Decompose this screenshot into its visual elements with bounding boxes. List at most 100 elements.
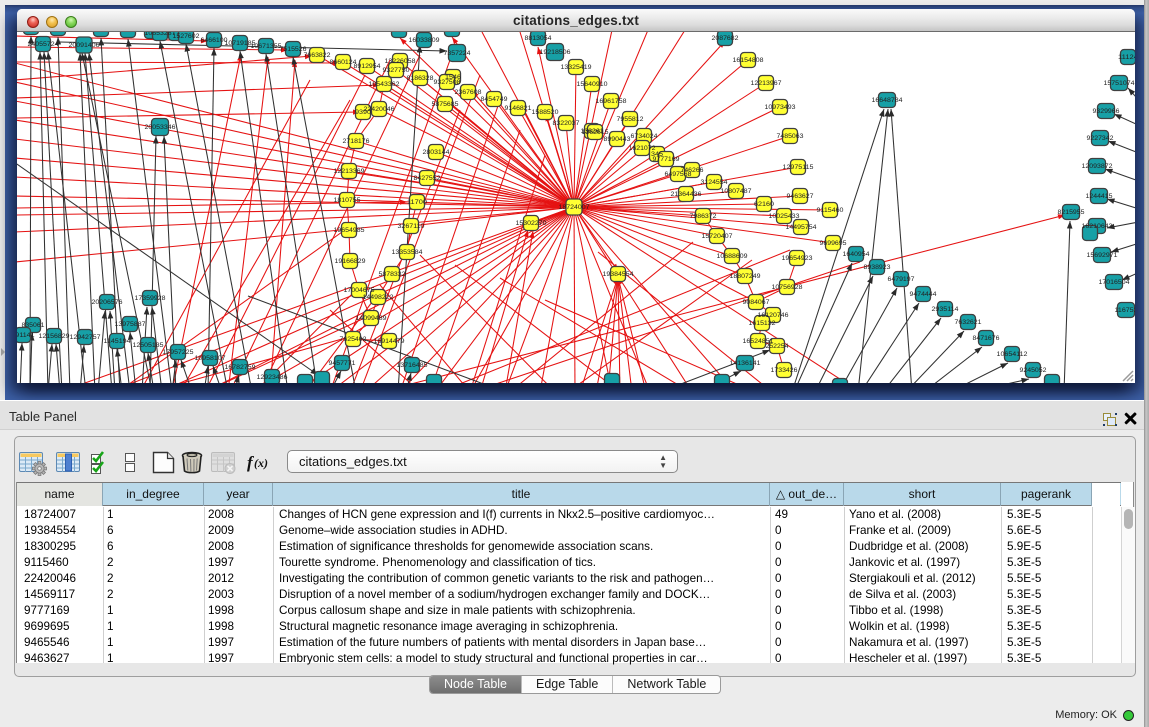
svg-text:9390: 9390 <box>355 109 371 116</box>
svg-text:10958107: 10958107 <box>195 355 226 362</box>
svg-text:2718176: 2718176 <box>343 138 370 145</box>
svg-text:17004675: 17004675 <box>344 287 375 294</box>
svg-text:8471676: 8471676 <box>973 335 1000 342</box>
svg-text:20206576: 20206576 <box>92 299 123 306</box>
svg-text:9115460: 9115460 <box>817 207 844 214</box>
svg-text:8938923: 8938923 <box>864 264 891 271</box>
svg-text:12975115: 12975115 <box>783 164 814 171</box>
svg-text:7625402: 7625402 <box>340 336 367 343</box>
svg-text:62160: 62160 <box>754 201 774 208</box>
svg-text:9084067: 9084067 <box>743 299 770 306</box>
svg-text:8813054: 8813054 <box>525 35 552 42</box>
svg-text:10807487: 10807487 <box>721 188 752 195</box>
svg-text:10756928: 10756928 <box>772 284 803 291</box>
svg-text:8912954: 8912954 <box>354 63 381 70</box>
svg-text:9463627: 9463627 <box>787 193 814 200</box>
svg-text:10653287: 10653287 <box>145 32 176 37</box>
svg-text:10025433: 10025433 <box>769 213 800 220</box>
svg-text:21364436: 21364436 <box>671 191 702 198</box>
svg-text:9245052: 9245052 <box>1020 367 1047 374</box>
svg-text:16648784: 16648784 <box>872 97 903 104</box>
svg-text:16210643: 16210643 <box>1082 223 1113 230</box>
svg-text:15302270: 15302270 <box>516 220 547 227</box>
svg-text:5878332: 5878332 <box>379 271 406 278</box>
svg-text:252254: 252254 <box>766 343 789 350</box>
svg-text:19218506: 19218506 <box>540 49 571 56</box>
svg-text:1640954: 1640954 <box>843 251 870 258</box>
svg-text:9457771: 9457771 <box>329 360 356 367</box>
svg-text:3267110: 3267110 <box>398 223 425 230</box>
svg-text:15640910: 15640910 <box>577 81 608 88</box>
svg-text:10688609: 10688609 <box>717 253 748 260</box>
svg-text:8215955: 8215955 <box>1058 209 1085 216</box>
svg-text:16120746: 16120746 <box>758 312 789 319</box>
svg-text:8454749: 8454749 <box>481 96 508 103</box>
svg-text:8322037: 8322037 <box>553 120 580 127</box>
svg-text:10671355: 10671355 <box>251 43 282 50</box>
svg-text:9227342: 9227342 <box>1087 135 1114 142</box>
svg-text:17016504: 17016504 <box>1099 279 1130 286</box>
svg-text:11700: 11700 <box>407 199 427 206</box>
svg-text:12093872: 12093872 <box>1082 163 1113 170</box>
svg-text:14136141: 14136141 <box>730 360 761 367</box>
svg-text:9474444: 9474444 <box>910 291 937 298</box>
svg-text:13325419: 13325419 <box>561 64 592 71</box>
svg-text:1810755: 1810755 <box>334 197 361 204</box>
svg-text:8990443: 8990443 <box>604 136 631 143</box>
svg-text:12213967: 12213967 <box>751 80 782 87</box>
svg-text:10654112: 10654112 <box>997 351 1028 358</box>
svg-text:11124: 11124 <box>1118 54 1135 61</box>
svg-text:7663822: 7663822 <box>304 52 331 59</box>
svg-text:9327508: 9327508 <box>434 79 461 86</box>
svg-text:116753: 116753 <box>1115 307 1136 314</box>
svg-text:15751074: 15751074 <box>1104 80 1135 87</box>
svg-text:12505135: 12505135 <box>133 342 164 349</box>
svg-text:7485063: 7485063 <box>777 133 804 140</box>
svg-text:12156829: 12156829 <box>39 333 70 340</box>
svg-text:16154808: 16154808 <box>733 57 764 64</box>
svg-text:15692971: 15692971 <box>1087 252 1118 259</box>
svg-text:3124554: 3124554 <box>701 179 728 186</box>
svg-text:12942757: 12942757 <box>70 334 101 341</box>
svg-text:16914479: 16914479 <box>374 338 405 345</box>
svg-text:12213369: 12213369 <box>334 168 365 175</box>
svg-text:9327750: 9327750 <box>383 67 410 74</box>
svg-text:9329966: 9329966 <box>1093 108 1120 115</box>
svg-text:1362615: 1362615 <box>582 129 609 136</box>
svg-text:18807249: 18807249 <box>730 273 761 280</box>
svg-text:13353584: 13353584 <box>392 249 423 256</box>
svg-text:20053346: 20053346 <box>145 124 176 131</box>
svg-text:15720407: 15720407 <box>702 233 733 240</box>
svg-text:14498222: 14498222 <box>363 294 394 301</box>
svg-text:19654985: 19654985 <box>334 227 365 234</box>
svg-text:1527602: 1527602 <box>173 33 200 40</box>
svg-text:19654923: 19654923 <box>782 255 813 262</box>
svg-text:391141: 391141 <box>17 332 35 339</box>
svg-text:16033809: 16033809 <box>409 37 440 44</box>
svg-text:746266: 746266 <box>681 167 704 174</box>
svg-text:5875685: 5875685 <box>432 101 459 108</box>
svg-text:17957225: 17957225 <box>163 349 194 356</box>
svg-text:24055724: 24055724 <box>28 41 59 48</box>
svg-text:1733426: 1733426 <box>771 367 798 374</box>
svg-text:19166829: 19166829 <box>335 258 366 265</box>
svg-text:19384554: 19384554 <box>603 271 634 278</box>
svg-text:10543362: 10543362 <box>369 81 400 88</box>
svg-text:2367608: 2367608 <box>455 89 482 96</box>
svg-text:13716485: 13716485 <box>397 362 428 369</box>
svg-text:8186328: 8186328 <box>407 75 434 82</box>
svg-text:14495754: 14495754 <box>786 224 817 231</box>
svg-text:13226058: 13226058 <box>385 58 416 65</box>
svg-text:13975887: 13975887 <box>115 321 146 328</box>
svg-text:16782759: 16782759 <box>225 364 256 371</box>
svg-text:9699695: 9699695 <box>820 240 847 247</box>
svg-text:7357224: 7357224 <box>444 50 471 57</box>
svg-text:10973493: 10973493 <box>765 104 796 111</box>
svg-text:6479197: 6479197 <box>888 276 915 283</box>
svg-text:6734024: 6734024 <box>631 133 658 140</box>
svg-text:2935114: 2935114 <box>932 306 959 313</box>
svg-text:7632621: 7632621 <box>955 319 982 326</box>
svg-text:20091406: 20091406 <box>69 42 100 49</box>
svg-text:1615132: 1615132 <box>749 320 776 327</box>
svg-text:12923486: 12923486 <box>257 374 288 381</box>
